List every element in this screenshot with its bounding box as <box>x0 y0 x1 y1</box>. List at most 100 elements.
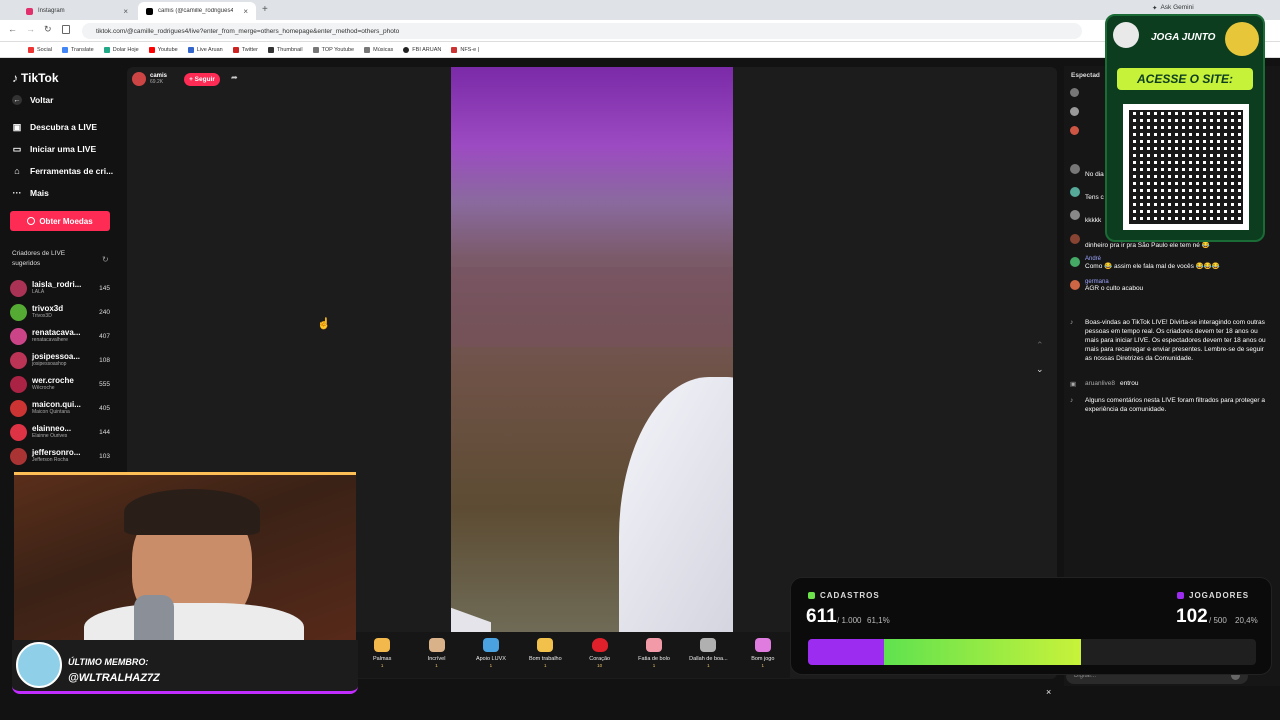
avatar <box>10 303 27 321</box>
last-member-name: @WLTRALHAZ7Z <box>68 672 160 684</box>
heart-icon <box>591 638 608 652</box>
bookmark-musicas[interactable]: Músicas <box>364 46 393 53</box>
tiktok-icon <box>146 7 153 15</box>
gift-item[interactable]: Fatia de bolo 1 <box>627 632 681 678</box>
creator-item[interactable]: wer.croche Wêcroche 555 <box>10 373 110 395</box>
last-member-label: ÚLTIMO MEMBRO: <box>68 657 149 667</box>
share-icon[interactable]: ➦ <box>231 73 238 82</box>
refresh-icon[interactable]: ↻ <box>102 255 109 264</box>
bookmark-live-aruan[interactable]: Live Aruan <box>187 46 223 53</box>
tiktok-logo[interactable]: ♪ TikTok <box>12 71 59 85</box>
creator-item[interactable]: josipessoa... josipessoashop 108 <box>10 349 110 371</box>
players-goal: / 500 <box>1209 616 1227 625</box>
creator-item[interactable]: trivox3d Trivox3D 240 <box>10 301 110 323</box>
bookmark-translate[interactable]: Translate <box>61 46 94 53</box>
follow-button[interactable]: + Seguir <box>184 73 220 86</box>
creator-item[interactable]: renatacava... renatacavalhere 407 <box>10 325 110 347</box>
gift-item[interactable]: Incrível 1 <box>409 632 463 678</box>
bookmarks-bar: Social Translate Dolar Hoje Youtube Live… <box>0 42 1280 58</box>
tab-title: Instagram <box>38 8 65 14</box>
avatar[interactable] <box>1070 280 1080 290</box>
sponsor-overlay: JOGA JUNTO ACESSE O SITE: <box>1105 14 1265 242</box>
bookmark-twitter[interactable]: Twitter <box>232 46 258 53</box>
chevron-down-icon[interactable]: ⌄ <box>1036 364 1044 375</box>
avatar[interactable] <box>1070 257 1080 267</box>
avatar[interactable] <box>132 72 146 86</box>
close-tab-icon[interactable]: × <box>123 7 128 16</box>
clap-icon <box>374 638 391 652</box>
players-progress-fill <box>808 639 885 665</box>
bookmark-nfse[interactable]: NFS-e | <box>451 46 479 53</box>
chevron-up-icon[interactable]: ⌃ <box>1036 340 1044 351</box>
avatar[interactable] <box>1070 234 1080 244</box>
chat-message: germana AGR o culto acabou <box>1070 279 1270 292</box>
gift-bar: Palmas 1 Incrível 1 Apoio LUVX 1 Bom trabal… <box>355 632 790 678</box>
avatar[interactable] <box>1070 187 1080 197</box>
signups-goal: / 1.000 <box>837 616 862 625</box>
bookmark-youtube[interactable]: Youtube <box>148 46 178 53</box>
progress-bar <box>808 639 1256 665</box>
sparkle-icon: ✦ <box>1152 5 1158 12</box>
support-icon <box>482 638 499 652</box>
bookmark-top-youtube[interactable]: TOP Youtube <box>312 46 354 53</box>
avatar[interactable] <box>1070 210 1080 220</box>
thumbs-up-icon <box>537 638 554 652</box>
tiktok-note-icon: ♪ <box>1070 319 1074 326</box>
sponsor-cta: ACESSE O SITE: <box>1117 68 1253 90</box>
close-icon[interactable]: × <box>1046 687 1051 697</box>
gift-item[interactable]: Bom jogo 1 <box>736 632 790 678</box>
soccer-ball-icon <box>1113 22 1139 48</box>
split-view-icon[interactable] <box>62 25 70 34</box>
tab-tiktok[interactable]: camis (@camille_rodrigues4) | ... × <box>138 2 256 20</box>
new-tab-button[interactable]: + <box>262 4 268 15</box>
back-arrow-icon[interactable]: ← <box>8 24 17 34</box>
signups-percent: 61,1% <box>867 616 890 625</box>
mouse-cursor-icon: ☝ <box>317 318 331 330</box>
avatar <box>16 642 62 688</box>
reload-icon[interactable]: ↻ <box>44 24 52 35</box>
avatar[interactable] <box>1070 88 1079 97</box>
bookmark-dolar-hoje[interactable]: Dolar Hoje <box>103 46 139 53</box>
avatar[interactable] <box>1070 107 1079 116</box>
url-field[interactable]: tiktok.com/@camille_rodrigues4/live?ente… <box>82 23 1082 39</box>
home-icon: ⌂ <box>14 166 20 176</box>
bookmark-social[interactable]: Social <box>28 46 52 53</box>
streamer-hair <box>124 489 260 535</box>
bookmark-thumbnail[interactable]: Thumbnail <box>267 46 303 53</box>
qr-code <box>1123 104 1249 230</box>
gift-item[interactable]: Bom trabalho 1 <box>518 632 572 678</box>
live-video-frame <box>451 67 733 632</box>
avatar[interactable] <box>1070 164 1080 174</box>
nav-start-live[interactable]: ▭ Iniciar uma LIVE <box>12 143 96 155</box>
gift-item[interactable]: Dallah de boa... 1 <box>681 632 735 678</box>
chat-message: André Como 😂 assim ele fala mal de vocês … <box>1070 256 1270 270</box>
close-tab-icon[interactable]: × <box>243 7 248 16</box>
creator-item[interactable]: elainneo... Elainne Ourives 144 <box>10 421 110 443</box>
avatar <box>10 351 27 369</box>
more-dots-icon: ··· <box>12 188 22 198</box>
ask-gemini-button[interactable]: ✦ Ask Gemini <box>1152 4 1194 12</box>
video-fabric <box>619 377 733 632</box>
forward-arrow-icon[interactable]: → <box>26 24 35 34</box>
soccer-ball-icon <box>1225 22 1259 56</box>
nav-discover-live[interactable]: ▣ Descubra a LIVE <box>12 121 97 133</box>
tiktok-note-icon: ♪ <box>12 71 18 85</box>
creator-item[interactable]: jeffersonro... Jefferson Rocha 103 <box>10 445 110 467</box>
get-coins-button[interactable]: Obter Moedas <box>10 211 110 231</box>
nav-more[interactable]: ··· Mais <box>12 188 49 198</box>
back-link[interactable]: ← Voltar <box>12 95 53 105</box>
creator-item[interactable]: laisla_rodri... LALÁ 145 <box>10 277 110 299</box>
creator-item[interactable]: maicon.qui... Maicon Quintana 405 <box>10 397 110 419</box>
tab-title: camis (@camille_rodrigues4) | ... <box>158 8 233 14</box>
bookmark-fbi-aruan[interactable]: FBI ARUAN <box>403 46 441 53</box>
gift-item[interactable]: Palmas 1 <box>355 632 409 678</box>
gift-item[interactable]: Apoio LUVX 1 <box>464 632 518 678</box>
tab-instagram[interactable]: Instagram × <box>18 2 136 20</box>
camera-icon: ▭ <box>12 143 22 154</box>
viewers-tab[interactable]: Espectad <box>1071 72 1100 79</box>
avatar <box>10 399 27 417</box>
avatar[interactable] <box>1070 126 1079 135</box>
gift-item[interactable]: Coração 10 <box>573 632 627 678</box>
live-tv-icon: ▣ <box>12 121 22 132</box>
nav-creator-tools[interactable]: ⌂ Ferramentas de cri... <box>12 166 113 176</box>
